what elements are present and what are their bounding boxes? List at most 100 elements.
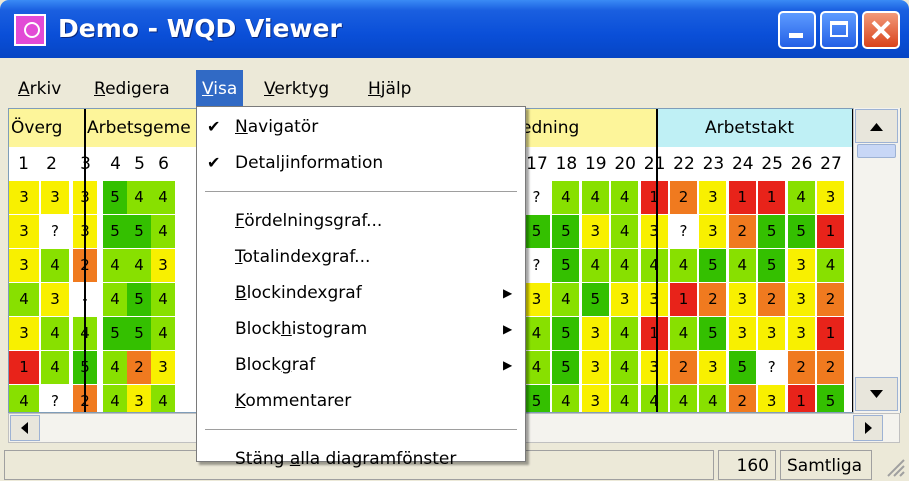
grid-cell[interactable]: 4	[581, 249, 609, 282]
app-icon[interactable]	[14, 14, 46, 46]
grid-cell[interactable]: 3	[151, 351, 175, 384]
grid-cell[interactable]: 5	[127, 215, 151, 248]
menu-item-fördelningsgraf[interactable]: Fördelningsgraf...	[197, 203, 525, 239]
grid-cell[interactable]: 3	[817, 181, 844, 214]
grid-cell[interactable]: 2	[127, 351, 151, 384]
menu-item-totalindexgraf[interactable]: Totalindexgraf...	[197, 239, 525, 275]
grid-cell[interactable]: 4	[670, 249, 697, 282]
grid-cell[interactable]: 4	[151, 215, 175, 248]
resize-grip-icon[interactable]	[884, 456, 906, 478]
grid-cell[interactable]: 2	[728, 215, 756, 248]
grid-cell[interactable]: 5	[552, 215, 580, 248]
grid-cell[interactable]: 4	[611, 181, 639, 214]
grid-cell[interactable]: 4	[699, 385, 727, 412]
grid-cell[interactable]: 5	[552, 249, 580, 282]
grid-cell[interactable]: 3	[758, 317, 786, 350]
grid-group-header[interactable]: Arbetstakt	[657, 109, 853, 147]
minimize-button[interactable]	[778, 11, 816, 49]
grid-cell[interactable]: 4	[9, 385, 39, 412]
grid-cell[interactable]: 3	[127, 385, 151, 412]
scroll-thumb[interactable]	[857, 144, 896, 158]
grid-cell[interactable]: 3	[640, 351, 668, 384]
close-button[interactable]	[862, 11, 900, 49]
scroll-left-button[interactable]	[10, 415, 40, 441]
grid-cell[interactable]: 3	[787, 283, 815, 316]
menu-item-blockgraf[interactable]: Blockgraf ▶	[197, 347, 525, 383]
grid-cell[interactable]: 4	[127, 181, 151, 214]
grid-cell[interactable]: 4	[787, 181, 815, 214]
grid-cell[interactable]: 4	[640, 249, 668, 282]
grid-cell[interactable]: 2	[758, 283, 786, 316]
grid-cell[interactable]: 2	[670, 181, 697, 214]
grid-cell[interactable]: ?	[523, 249, 550, 282]
grid-cell[interactable]: ?	[758, 351, 786, 384]
grid-cell[interactable]: 1	[758, 181, 786, 214]
grid-cell[interactable]: 4	[523, 351, 550, 384]
grid-cell[interactable]: 3	[9, 181, 39, 214]
scroll-right-button[interactable]	[853, 415, 883, 441]
menu-item-kommentarer[interactable]: Kommentarer	[197, 383, 525, 419]
grid-cell[interactable]: 3	[728, 317, 756, 350]
grid-cell[interactable]: 3	[787, 317, 815, 350]
grid-cell[interactable]: 3	[523, 283, 550, 316]
grid-cell[interactable]: 4	[41, 351, 69, 384]
grid-cell[interactable]: 4	[611, 317, 639, 350]
menu-visa[interactable]: Visa	[196, 70, 244, 108]
grid-cell[interactable]: 4	[127, 249, 151, 282]
grid-cell[interactable]: 3	[581, 385, 609, 412]
grid-cell[interactable]: 4	[670, 317, 697, 350]
grid-cell[interactable]: 1	[640, 181, 668, 214]
scroll-down-button[interactable]	[855, 377, 898, 411]
grid-cell[interactable]: 3	[9, 317, 39, 350]
grid-cell[interactable]: 3	[640, 283, 668, 316]
grid-cell[interactable]: 3	[581, 351, 609, 384]
grid-cell[interactable]: 4	[611, 385, 639, 412]
grid-cell[interactable]: ?	[41, 215, 69, 248]
grid-cell[interactable]: 4	[640, 385, 668, 412]
menu-arkiv[interactable]: Arkiv	[12, 70, 67, 108]
grid-cell[interactable]: 4	[151, 283, 175, 316]
grid-cell[interactable]: 3	[581, 317, 609, 350]
grid-cell[interactable]: 4	[103, 385, 127, 412]
grid-cell[interactable]: 4	[9, 283, 39, 316]
vertical-scrollbar[interactable]	[853, 108, 900, 413]
grid-cell[interactable]: 3	[699, 181, 727, 214]
grid-cell[interactable]: 5	[127, 283, 151, 316]
grid-cell[interactable]: 5	[103, 215, 127, 248]
grid-cell[interactable]: 5	[523, 215, 550, 248]
grid-cell[interactable]: 1	[670, 283, 697, 316]
menu-item-blockhistogram[interactable]: Blockhistogram ▶	[197, 311, 525, 347]
grid-cell[interactable]: ?	[523, 181, 550, 214]
grid-cell[interactable]: 3	[41, 181, 69, 214]
title-bar[interactable]: Demo - WQD Viewer	[0, 0, 909, 58]
grid-cell[interactable]: 1	[817, 215, 844, 248]
menu-item-detaljinformation[interactable]: ✔ Detaljinformation	[197, 145, 525, 181]
grid-cell[interactable]: 1	[787, 385, 815, 412]
grid-cell[interactable]: 4	[552, 385, 580, 412]
menu-verktyg[interactable]: Verktyg	[258, 70, 335, 108]
grid-cell[interactable]: ?	[41, 385, 69, 412]
grid-cell[interactable]: 3	[787, 249, 815, 282]
grid-cell[interactable]: 5	[523, 385, 550, 412]
grid-cell[interactable]: ?	[670, 215, 697, 248]
grid-group-header[interactable]: edning	[519, 109, 657, 147]
grid-cell[interactable]: 4	[670, 385, 697, 412]
grid-cell[interactable]: 4	[41, 249, 69, 282]
grid-cell[interactable]: 5	[552, 317, 580, 350]
grid-cell[interactable]: 3	[41, 283, 69, 316]
grid-cell[interactable]: 4	[103, 351, 127, 384]
grid-cell[interactable]: 4	[103, 283, 127, 316]
grid-cell[interactable]: 1	[9, 351, 39, 384]
grid-cell[interactable]: 3	[699, 351, 727, 384]
grid-cell[interactable]: 3	[581, 215, 609, 248]
grid-cell[interactable]: 3	[640, 215, 668, 248]
grid-group-header[interactable]: Överg	[9, 109, 85, 147]
grid-cell[interactable]: 2	[670, 351, 697, 384]
maximize-button[interactable]	[820, 11, 858, 49]
grid-cell[interactable]: 4	[552, 181, 580, 214]
grid-cell[interactable]: 5	[699, 249, 727, 282]
grid-cell[interactable]: 3	[758, 385, 786, 412]
grid-cell[interactable]: 5	[127, 317, 151, 350]
grid-cell[interactable]: 1	[728, 181, 756, 214]
grid-cell[interactable]: 4	[728, 249, 756, 282]
